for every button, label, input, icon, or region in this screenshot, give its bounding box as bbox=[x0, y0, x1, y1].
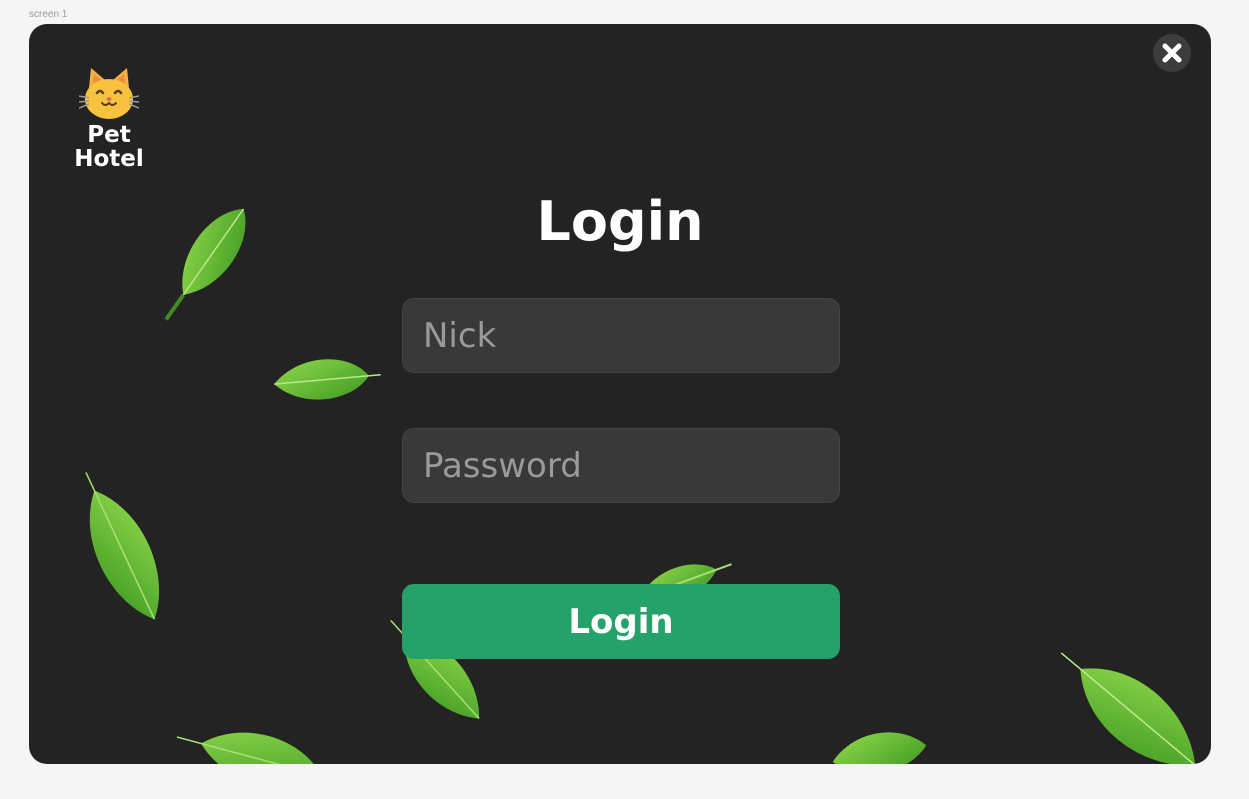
leaf-shape bbox=[274, 359, 381, 400]
login-window: Pet Hotel Login Login bbox=[29, 24, 1211, 764]
close-button[interactable] bbox=[1153, 34, 1191, 72]
leaf-shape bbox=[832, 732, 927, 764]
close-icon bbox=[1162, 43, 1182, 63]
screen-label: screen 1 bbox=[29, 9, 68, 20]
nick-input[interactable] bbox=[402, 298, 840, 373]
pet-hotel-logo: Pet Hotel bbox=[65, 66, 153, 172]
leaf-shape bbox=[85, 472, 160, 620]
logo-text-line1: Pet bbox=[87, 122, 131, 148]
logo-text-line2: Hotel bbox=[74, 146, 144, 172]
leaf-shape bbox=[1060, 652, 1196, 764]
password-input[interactable] bbox=[402, 428, 840, 503]
leaf-shape bbox=[176, 732, 322, 764]
login-button[interactable]: Login bbox=[402, 584, 840, 659]
cat-face-icon bbox=[79, 68, 139, 119]
page-title: Login bbox=[536, 190, 704, 253]
